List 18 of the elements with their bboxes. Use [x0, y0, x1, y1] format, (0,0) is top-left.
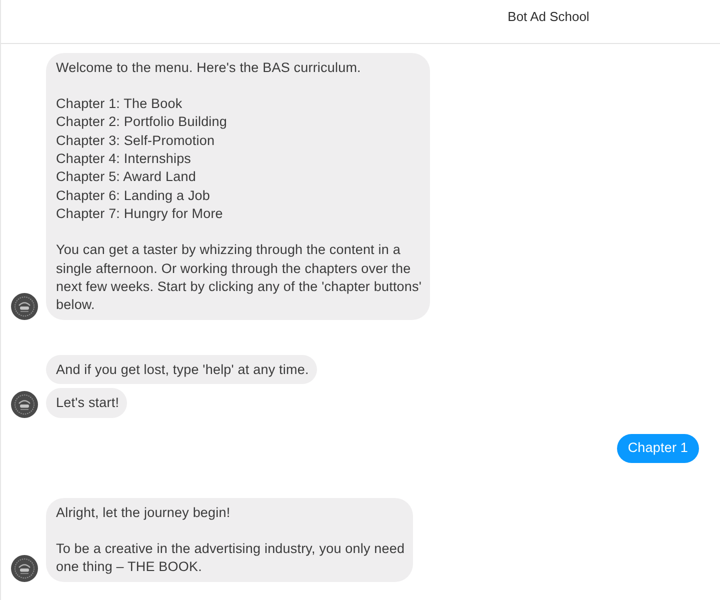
avatar-icon — [11, 555, 38, 582]
avatar-icon — [11, 293, 38, 320]
message-text: And if you get lost, type 'help' at any time. — [56, 360, 309, 379]
message-text: Chapter 1: The Book — [56, 95, 184, 114]
message-text: Chapter 2: Portfolio Building — [56, 113, 228, 132]
message-text: Welcome to the menu. Here's the BAS curriculum. — [56, 58, 362, 76]
message-text: To be a creative in the advertising industry, you only need one thing – THE BOOK. — [56, 540, 405, 576]
message-text: Let's start! — [56, 394, 120, 412]
avatar-icon — [11, 390, 38, 418]
message-text: You can get a taster by whizzing through the content in a single afternoon. Or working through the chapters over the next few weeks. Start by clicking any of the 'chapter buttons' below. — [56, 241, 422, 314]
message-text: Chapter 6: Landing a Job — [56, 186, 212, 205]
message-text: Chapter 4: Internships — [56, 150, 192, 168]
message-text: Chapter 5: Award Land — [56, 168, 197, 186]
message-text: Chapter 3: Self-Promotion — [56, 132, 216, 150]
message-text: Chapter 7: Hungry for More — [56, 204, 224, 223]
message-text: Chapter 1 — [628, 439, 688, 458]
message-text: Alright, let the journey begin! — [56, 504, 232, 522]
chat-title: Bot Ad School — [508, 9, 590, 24]
